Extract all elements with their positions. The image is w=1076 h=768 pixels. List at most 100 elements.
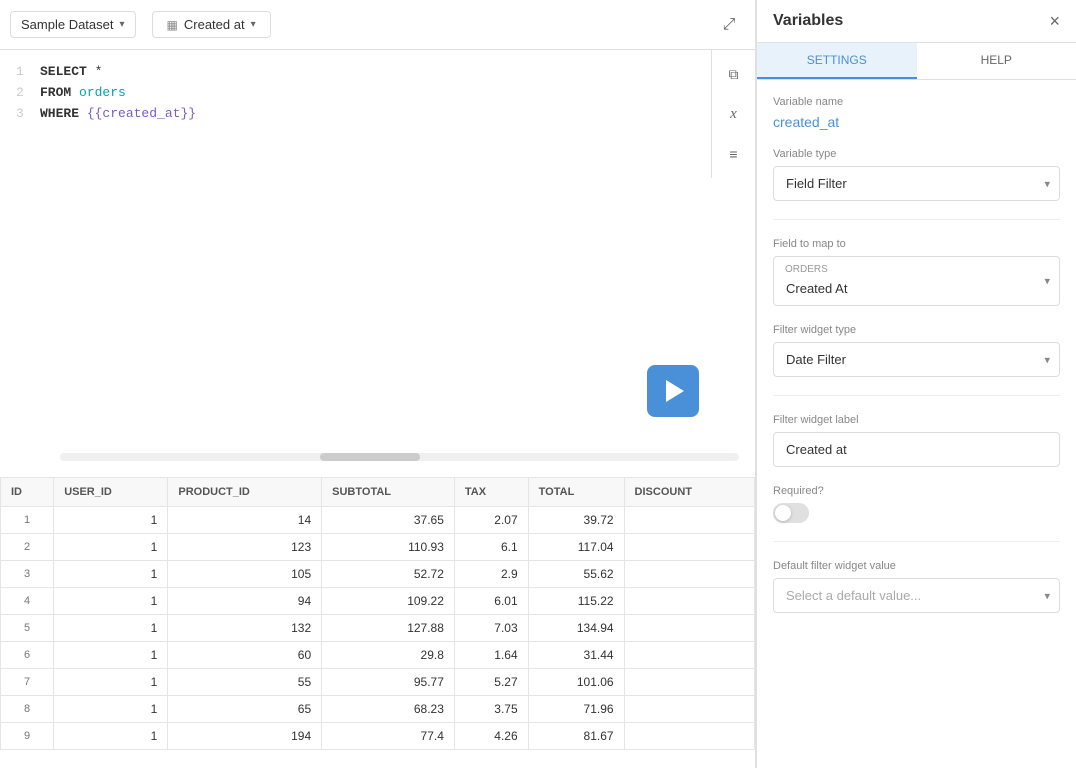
col-header-id[interactable]: ID [1, 478, 54, 507]
table-cell: 1 [54, 723, 168, 750]
table-cell [624, 642, 754, 669]
table-cell [624, 534, 754, 561]
default-filter-select-wrapper: Select a default value... ▾ [773, 578, 1060, 613]
table-cell: 55 [168, 669, 322, 696]
variable-icon: x [730, 106, 737, 123]
table-cell: 1 [54, 507, 168, 534]
table-cell: 94 [168, 588, 322, 615]
table-cell: 3 [1, 561, 54, 588]
col-header-product-id[interactable]: PRODUCT_ID [168, 478, 322, 507]
table-row: 816568.233.7571.96 [1, 696, 755, 723]
table-cell: 6 [1, 642, 54, 669]
default-filter-field: Default filter widget value Select a def… [773, 560, 1060, 613]
variables-title: Variables [773, 12, 843, 30]
default-filter-label: Default filter widget value [773, 560, 1060, 572]
required-label: Required? [773, 485, 1060, 497]
default-filter-select[interactable]: Select a default value... [773, 578, 1060, 613]
col-header-discount[interactable]: DISCOUNT [624, 478, 754, 507]
required-toggle[interactable] [773, 503, 809, 523]
variable-name-field: Variable name created_at [773, 96, 1060, 130]
table-cell: 2.9 [454, 561, 528, 588]
variables-header: Variables × [757, 0, 1076, 43]
table-cell: 1 [54, 669, 168, 696]
filter-widget-label-field: Filter widget label [773, 414, 1060, 467]
table-cell: 1 [1, 507, 54, 534]
col-header-subtotal[interactable]: SUBTOTAL [322, 478, 455, 507]
variable-name-value: created_at [773, 114, 1060, 130]
variable-icon-button[interactable]: x [718, 98, 750, 130]
table-row: 51132127.887.03134.94 [1, 615, 755, 642]
table-cell [624, 696, 754, 723]
table-cell: 2 [1, 534, 54, 561]
filter-button[interactable]: ▦ Created at ▾ [152, 11, 271, 38]
col-header-tax[interactable]: TAX [454, 478, 528, 507]
table-cell: 31.44 [528, 642, 624, 669]
filter-widget-type-select[interactable]: Date Filter [773, 342, 1060, 377]
variables-panel: Variables × SETTINGS HELP Variable name … [756, 0, 1076, 768]
field-map-select-wrapper: Created At ▾ ORDERS [773, 256, 1060, 306]
table-cell: 1 [54, 588, 168, 615]
table-cell: 7.03 [454, 615, 528, 642]
tab-settings[interactable]: SETTINGS [757, 43, 917, 79]
table-cell [624, 615, 754, 642]
copy-icon-button[interactable]: ⧉ [718, 58, 750, 90]
table-cell: 101.06 [528, 669, 624, 696]
table-cell: 1 [54, 561, 168, 588]
sql-editor[interactable]: 1 SELECT * 2 FROM orders 3 WHERE {{creat… [0, 50, 711, 178]
table-cell: 29.8 [322, 642, 455, 669]
col-header-user-id[interactable]: USER_ID [54, 478, 168, 507]
scrollbar-track[interactable] [60, 453, 739, 461]
dataset-label: Sample Dataset [21, 17, 114, 32]
sql-line-2: 2 FROM orders [16, 83, 695, 104]
table-header-row: ID USER_ID PRODUCT_ID SUBTOTAL TAX TOTAL… [1, 478, 755, 507]
table-cell: 55.62 [528, 561, 624, 588]
play-button-container [647, 365, 699, 417]
table-cell: 5 [1, 615, 54, 642]
table-cell: 65 [168, 696, 322, 723]
table-cell: 1 [54, 534, 168, 561]
table-row: 715595.775.27101.06 [1, 669, 755, 696]
table-cell: 37.65 [322, 507, 455, 534]
table-cell: 9 [1, 723, 54, 750]
table-cell: 14 [168, 507, 322, 534]
table-cell: 60 [168, 642, 322, 669]
filter-widget-label-label: Filter widget label [773, 414, 1060, 426]
close-button[interactable]: × [1049, 12, 1060, 30]
tab-bar: SETTINGS HELP [757, 43, 1076, 80]
table-cell [624, 507, 754, 534]
table-cell: 123 [168, 534, 322, 561]
table-cell: 5.27 [454, 669, 528, 696]
field-map-label: Field to map to [773, 238, 1060, 250]
tab-help[interactable]: HELP [917, 43, 1076, 79]
dataset-selector[interactable]: Sample Dataset ▾ [10, 11, 136, 38]
filter-widget-type-label: Filter widget type [773, 324, 1060, 336]
table-cell: 194 [168, 723, 322, 750]
table-cell: 95.77 [322, 669, 455, 696]
table-cell: 127.88 [322, 615, 455, 642]
table-cell: 110.93 [322, 534, 455, 561]
editor-icon-strip: ⧉ x ≡ [711, 50, 755, 178]
filter-widget-label-input[interactable] [773, 432, 1060, 467]
minimize-button[interactable]: ⤢ [713, 9, 745, 41]
table-cell: 52.72 [322, 561, 455, 588]
separator-1 [773, 219, 1060, 220]
table-cell: 1 [54, 696, 168, 723]
table-cell: 6.1 [454, 534, 528, 561]
variable-name-label: Variable name [773, 96, 1060, 108]
table-row: 21123110.936.1117.04 [1, 534, 755, 561]
variable-type-label: Variable type [773, 148, 1060, 160]
results-table-area: ID USER_ID PRODUCT_ID SUBTOTAL TAX TOTAL… [0, 477, 755, 768]
table-cell: 1.64 [454, 642, 528, 669]
col-header-total[interactable]: TOTAL [528, 478, 624, 507]
copy-icon: ⧉ [729, 66, 739, 83]
run-query-button[interactable] [647, 365, 699, 417]
table-cell [624, 723, 754, 750]
table-cell: 68.23 [322, 696, 455, 723]
table-cell: 6.01 [454, 588, 528, 615]
filter-icon: ▦ [167, 18, 178, 32]
scrollbar-thumb[interactable] [320, 453, 420, 461]
menu-icon-button[interactable]: ≡ [718, 138, 750, 170]
field-map-select[interactable]: Created At [773, 256, 1060, 306]
variable-type-select[interactable]: Field Filter [773, 166, 1060, 201]
filter-label: Created at [184, 17, 245, 32]
